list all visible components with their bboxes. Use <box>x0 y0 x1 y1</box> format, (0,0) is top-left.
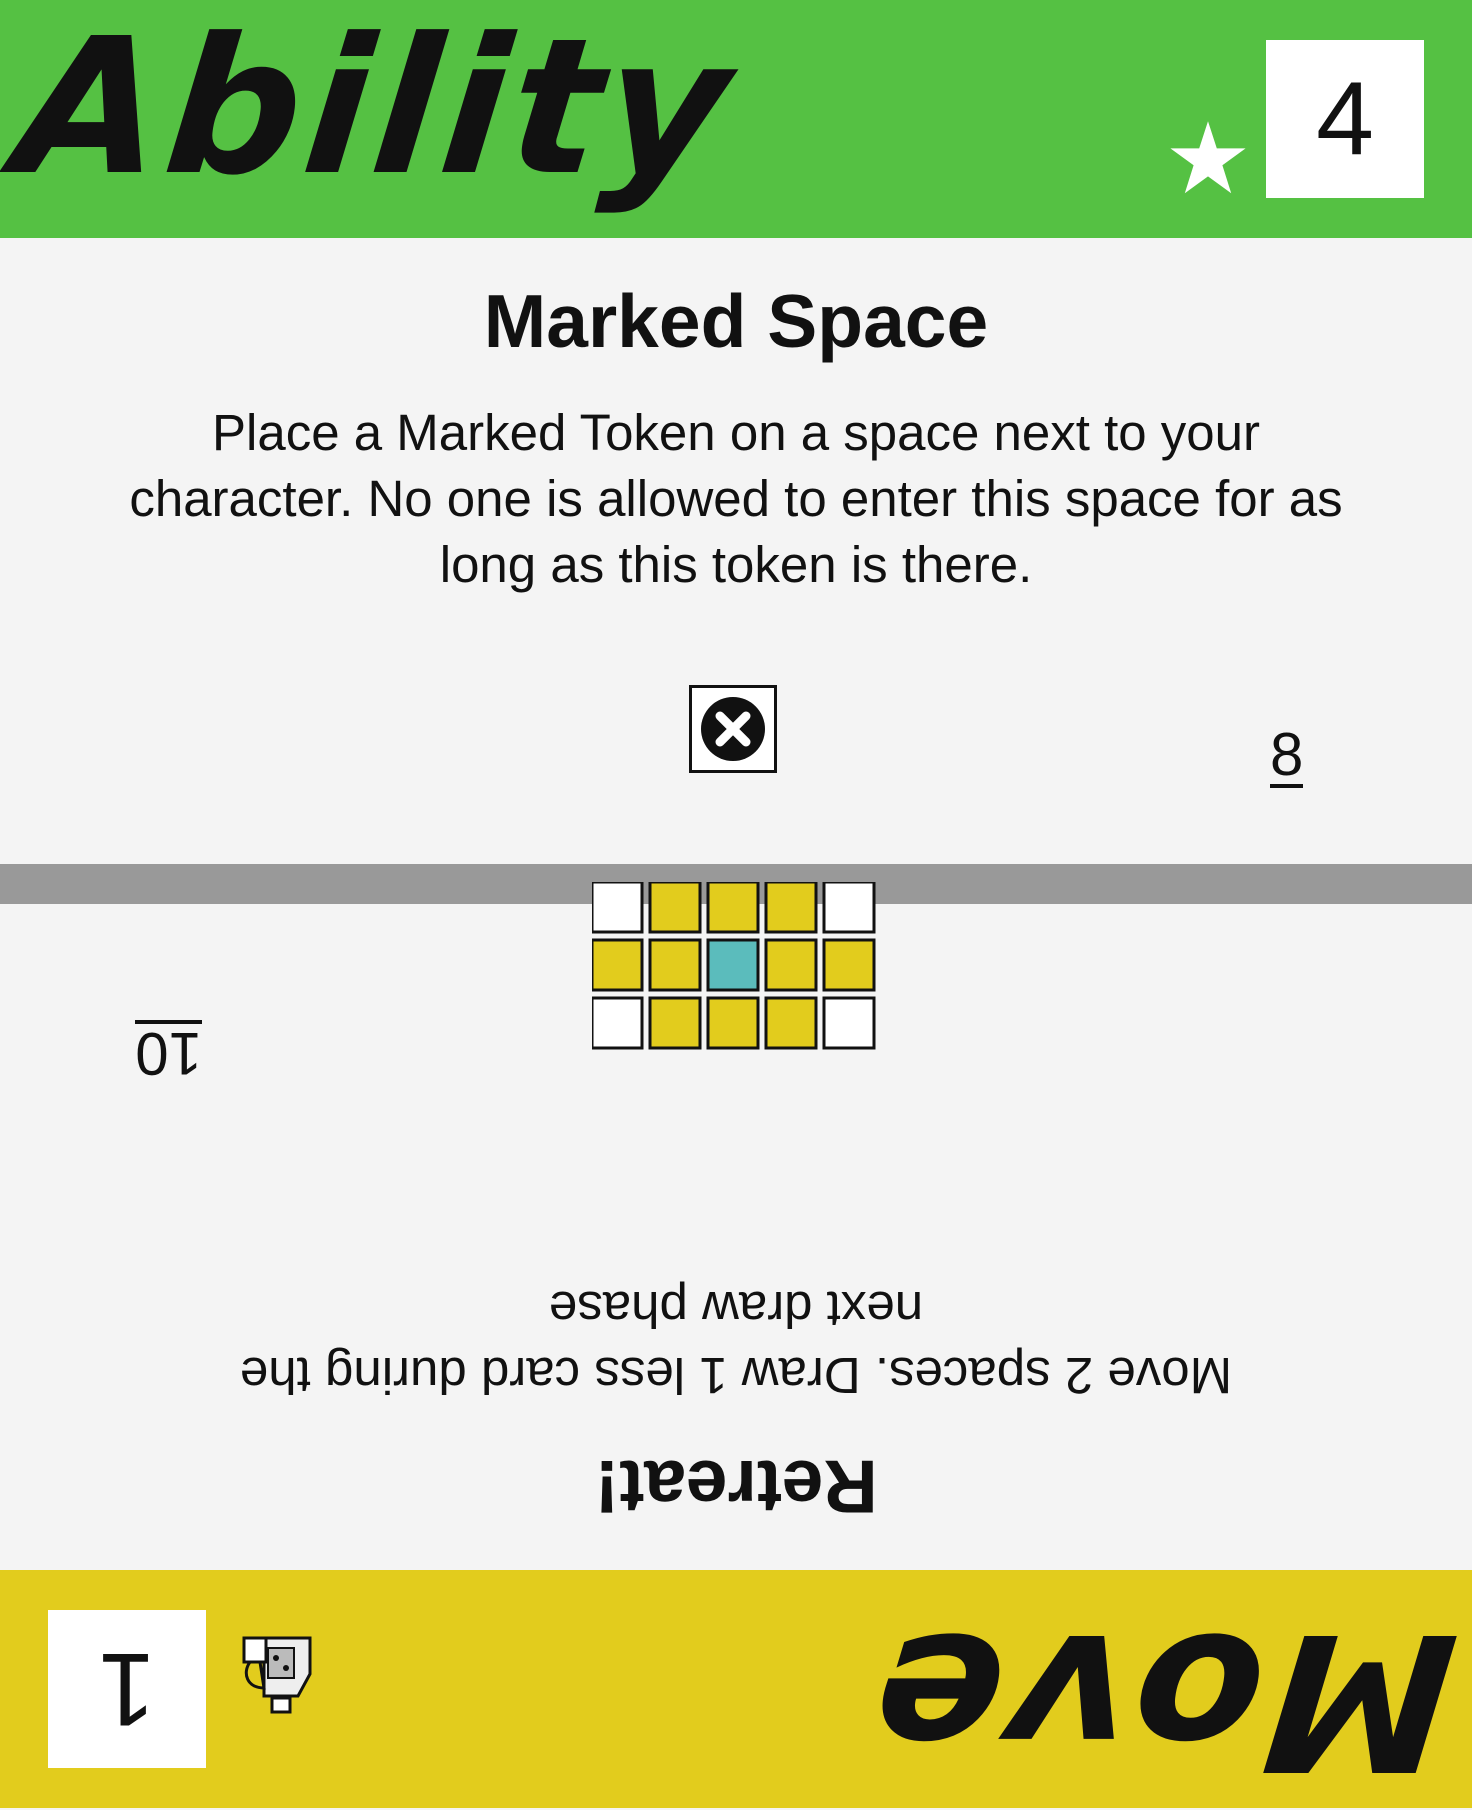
range-cell-empty <box>822 996 876 1050</box>
bottom-half: Move 1 Retreat! Move 2 spaces. Draw 1 le… <box>0 882 1472 1810</box>
marked-token-icon <box>689 685 777 773</box>
bottom-cost-badge: 1 <box>48 1610 206 1768</box>
top-action-title: Marked Space <box>483 279 989 363</box>
star-icon <box>1170 121 1246 194</box>
range-cell-move <box>764 938 818 992</box>
potion-icon <box>242 1636 312 1714</box>
range-cell-move <box>592 938 644 992</box>
range-cell-move <box>706 996 760 1050</box>
range-cell-move <box>706 882 760 934</box>
top-initiative-number: 8 <box>1270 721 1304 788</box>
range-cell-move <box>822 938 876 992</box>
top-cost-badge: 4 <box>1266 40 1424 198</box>
range-cell-move <box>648 882 702 934</box>
range-cell-origin <box>706 938 760 992</box>
range-cell-move <box>648 938 702 992</box>
close-icon <box>701 697 765 761</box>
move-range-grid <box>592 882 876 1050</box>
range-cell-empty <box>822 882 876 934</box>
range-cell-move <box>648 996 702 1050</box>
range-cell-empty <box>592 882 644 934</box>
range-cell-move <box>764 996 818 1050</box>
bottom-type-label: Move <box>860 1591 1466 1810</box>
bottom-action-description: Move 2 spaces. Draw 1 less card during t… <box>239 1281 1233 1404</box>
top-action-description: Place a Marked Token on a space next to … <box>129 404 1343 593</box>
range-cell-empty <box>592 996 644 1050</box>
bottom-initiative-number: 10 <box>135 1020 202 1087</box>
top-type-label: Ability <box>6 0 744 217</box>
range-cell-move <box>764 882 818 934</box>
bottom-action-title: Retreat! <box>594 1445 878 1529</box>
